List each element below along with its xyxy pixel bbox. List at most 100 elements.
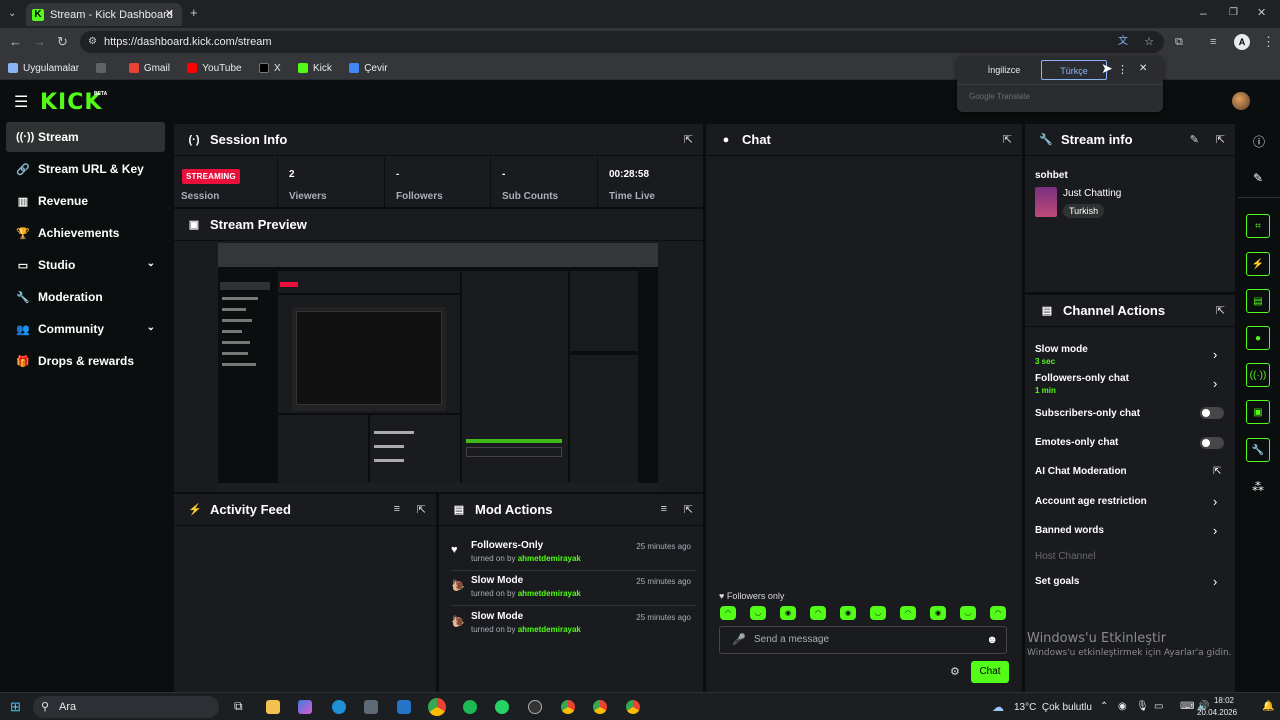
tray-expand-icon[interactable]: ⌃	[1100, 701, 1108, 712]
popout-icon[interactable]: ⇱	[684, 133, 693, 146]
sidebar-item-stream-url-key[interactable]: 🔗 Stream URL & Key	[6, 154, 165, 184]
moderator-name[interactable]: ahmetdemirayak	[518, 625, 581, 634]
translate-icon[interactable]: 文	[1118, 31, 1128, 53]
bookmark-translate[interactable]: Çevir	[349, 63, 388, 74]
chat-message-input[interactable]: 🎤 Send a message ☻	[719, 626, 1007, 654]
edit-pencil-icon[interactable]: ✎	[1190, 133, 1199, 146]
profile-avatar[interactable]: A	[1234, 34, 1250, 50]
reading-list-icon[interactable]: ≡	[1210, 35, 1216, 49]
popout-icon[interactable]: ⇱	[1216, 304, 1225, 317]
popout-icon[interactable]: ⇱	[684, 503, 693, 516]
popout-icon[interactable]: ⇱	[1216, 133, 1225, 146]
spotify-icon[interactable]	[463, 700, 477, 714]
emote-icon[interactable]: ◠	[720, 606, 736, 620]
emote-icon[interactable]: ◉	[840, 606, 856, 620]
source-language-option[interactable]: İngilizce	[971, 60, 1037, 80]
close-icon[interactable]: ✕	[1139, 63, 1147, 74]
copilot-icon[interactable]	[298, 700, 312, 714]
chrome-profile-icon[interactable]	[626, 700, 640, 714]
site-info-icon[interactable]: ⚙	[88, 31, 97, 53]
display-icon[interactable]: ▭	[1154, 701, 1163, 712]
browser-tab[interactable]: K Stream - Kick Dashboard ✕	[26, 3, 182, 26]
account-age-restriction-row[interactable]: Account age restriction	[1035, 496, 1147, 507]
menu-kebab-icon[interactable]: ⋮	[1262, 35, 1275, 49]
emote-icon[interactable]: ◠	[990, 606, 1006, 620]
bolt-icon[interactable]: ⚡	[1246, 252, 1270, 276]
popout-icon[interactable]: ⇱	[417, 503, 426, 516]
outlook-icon[interactable]	[397, 700, 411, 714]
emote-icon[interactable]: ◉	[780, 606, 796, 620]
file-explorer-icon[interactable]	[266, 700, 280, 714]
close-tab-icon[interactable]: ✕	[165, 7, 174, 20]
sidebar-item-studio[interactable]: ▭ Studio ⌄	[6, 250, 165, 280]
edit-pencil-icon[interactable]: ✎	[1253, 171, 1263, 185]
clock-time[interactable]: 18:02	[1210, 696, 1234, 705]
emoji-picker-icon[interactable]: ☻	[986, 627, 998, 653]
bookmark-star-icon[interactable]: ☆	[1144, 31, 1154, 53]
url-field[interactable]: ⚙ https://dashboard.kick.com/stream 文 ☆	[80, 31, 1164, 53]
chevron-right-icon[interactable]: ›	[1213, 494, 1217, 509]
ai-chat-moderation-row[interactable]: AI Chat Moderation	[1035, 466, 1127, 477]
sidebar-item-community[interactable]: 👥 Community ⌄	[6, 314, 165, 344]
emote-icon[interactable]: ◡	[960, 606, 976, 620]
banned-words-row[interactable]: Banned words	[1035, 525, 1104, 536]
bookmark-x[interactable]: X	[258, 63, 281, 74]
minimize-icon[interactable]: –	[1200, 6, 1207, 20]
sidebar-item-drops-rewards[interactable]: 🎁 Drops & rewards	[6, 346, 165, 376]
wrench-icon[interactable]: 🔧	[1246, 438, 1270, 462]
tray-app-icon[interactable]: ◉	[1118, 701, 1127, 712]
sidebar-item-moderation[interactable]: 🔧 Moderation	[6, 282, 165, 312]
bookmark-apps[interactable]: Uygulamalar	[8, 63, 79, 74]
info-icon[interactable]: ⓘ	[1253, 133, 1265, 150]
edge-icon[interactable]	[332, 700, 346, 714]
send-chat-button[interactable]: Chat	[971, 661, 1009, 683]
hamburger-menu-icon[interactable]: ☰	[14, 92, 28, 112]
chat-bubble-icon[interactable]: ●	[1246, 326, 1270, 350]
forward-icon[interactable]: →	[33, 35, 46, 49]
emote-icon[interactable]: ◠	[900, 606, 916, 620]
emote-icon[interactable]: ◉	[930, 606, 946, 620]
chevron-right-icon[interactable]: ›	[1213, 574, 1217, 589]
bookmark-kick[interactable]: Kick	[297, 63, 332, 74]
user-avatar[interactable]	[1232, 92, 1250, 110]
set-goals-row[interactable]: Set goals	[1035, 576, 1079, 587]
chrome-profile-icon[interactable]	[593, 700, 607, 714]
add-widget-icon[interactable]: ⁂	[1252, 480, 1264, 494]
video-icon[interactable]: ▣	[1246, 400, 1270, 424]
whatsapp-icon[interactable]	[495, 700, 509, 714]
chrome-profile-icon[interactable]	[561, 700, 575, 714]
broadcast-icon[interactable]: ((·))	[1246, 363, 1270, 387]
emotes-only-toggle[interactable]	[1200, 437, 1224, 449]
task-view-icon[interactable]: ⧉	[234, 699, 243, 714]
sidebar-item-revenue[interactable]: ▥ Revenue	[6, 186, 165, 216]
chevron-right-icon[interactable]: ›	[1213, 347, 1217, 362]
category-thumbnail[interactable]	[1035, 187, 1057, 217]
emote-icon[interactable]: ◡	[870, 606, 886, 620]
chevron-right-icon[interactable]: ›	[1213, 523, 1217, 538]
emote-icon[interactable]: ◡	[750, 606, 766, 620]
taskbar-search[interactable]: ⚲ Ara	[33, 696, 219, 718]
clock-date[interactable]: 20.04.2026	[1197, 708, 1237, 717]
more-options-icon[interactable]: ⋮	[1117, 63, 1128, 76]
extensions-icon[interactable]: ⧉	[1175, 35, 1183, 49]
stream-preview-video[interactable]	[218, 243, 658, 492]
moderator-name[interactable]: ahmetdemirayak	[518, 589, 581, 598]
clipboard-icon[interactable]: ▤	[1246, 289, 1270, 313]
notification-bell-icon[interactable]: 🔔	[1262, 701, 1274, 712]
close-window-icon[interactable]: ✕	[1257, 6, 1266, 20]
keyboard-icon[interactable]: ⌨	[1180, 701, 1194, 712]
tab-search-icon[interactable]: ⌄	[8, 7, 16, 21]
followers-only-chat-row[interactable]: Followers-only chat 1 min	[1035, 373, 1129, 395]
filter-icon[interactable]: ≡	[661, 503, 667, 515]
bookmark-grid[interactable]	[96, 63, 111, 73]
microphone-icon[interactable]: 🎤	[732, 627, 746, 653]
slow-mode-row[interactable]: Slow mode 3 sec	[1035, 344, 1088, 366]
moderator-name[interactable]: ahmetdemirayak	[518, 554, 581, 563]
external-link-icon[interactable]: ⇱	[1213, 466, 1221, 477]
target-language-option[interactable]: Türkçe	[1041, 60, 1107, 80]
weather-text[interactable]: 13°C Çok bulutlu	[1014, 702, 1092, 713]
emote-icon[interactable]: ◠	[810, 606, 826, 620]
popout-icon[interactable]: ⇱	[1003, 133, 1012, 146]
sidebar-item-achievements[interactable]: 🏆 Achievements	[6, 218, 165, 248]
obs-icon[interactable]	[528, 700, 542, 714]
